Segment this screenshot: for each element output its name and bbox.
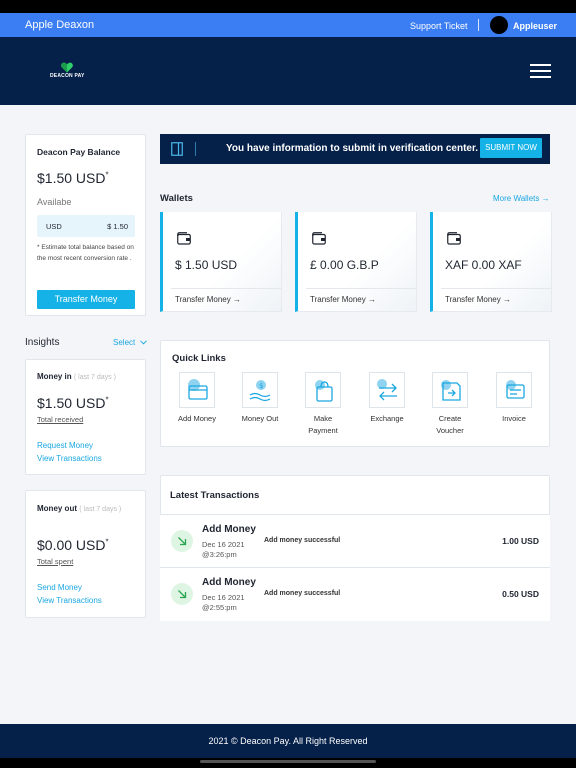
insights-select[interactable]: Select [113,338,148,347]
currency-amount: $ 1.50 [107,222,128,231]
wallet-amount: XAF 0.00 XAF [445,258,522,272]
money-out-card: Money out ( last 7 days ) $0.00 USD* Tot… [25,490,146,618]
view-transactions-link[interactable]: View Transactions [37,454,102,463]
footer: 2021 © Deacon Pay. All Right Reserved [0,724,576,758]
quick-link-add-money[interactable]: Add Money [169,372,225,425]
wallet-card-gbp[interactable]: £ 0.00 G.B.P Transfer Money → [295,212,417,312]
money-in-title: Money in ( last 7 days ) [37,372,116,381]
payment-bag-icon [315,380,333,402]
transfer-money-button[interactable]: Transfer Money [37,290,135,309]
wallet-amount: £ 0.00 G.B.P [310,258,379,272]
banner-divider [195,142,196,156]
verification-banner: You have information to submit in verifi… [160,134,550,164]
avatar[interactable] [490,16,508,34]
arrow-down-right-icon [171,530,193,552]
logo-heart-icon[interactable] [61,62,73,73]
money-out-title: Money out ( last 7 days ) [37,504,122,513]
balance-amount: $1.50 USD* [37,170,109,186]
voucher-icon [441,380,461,401]
wallet-divider [171,288,281,289]
wallet-icon [177,232,191,245]
user-name[interactable]: Appleuser [513,21,557,31]
submit-now-button[interactable]: SUBMIT NOW [480,138,542,158]
quick-link-invoice[interactable]: Invoice [486,372,542,425]
banner-text: You have information to submit in verifi… [226,143,479,154]
header [0,37,576,105]
available-label: Availabe [37,197,72,207]
wallet-divider [306,288,416,289]
quick-link-label: Add Money [178,414,216,423]
add-money-icon [188,379,208,400]
wallet-amount: $ 1.50 USD [175,258,238,272]
view-transactions-link[interactable]: View Transactions [37,596,102,605]
transaction-time: @2:55:pm [202,603,237,612]
wallet-divider [441,288,551,289]
quick-link-make-payment[interactable]: Make Payment [295,372,351,437]
money-in-amount: $1.50 USD* [37,395,109,411]
transaction-status: Add money successful [264,537,341,544]
svg-text:$: $ [259,382,263,390]
balance-card: Deacon Pay Balance $1.50 USD* Availabe U… [25,134,146,316]
app-brand: Apple Deaxon [25,19,95,31]
more-wallets-link[interactable]: More Wallets → [493,194,550,203]
quick-link-money-out[interactable]: $ Money Out [232,372,288,425]
quick-links-title: Quick Links [172,353,226,364]
wallet-transfer-link[interactable]: Transfer Money → [310,295,376,304]
document-icon [171,142,183,156]
wallet-transfer-link[interactable]: Transfer Money → [445,295,511,304]
exchange-icon [377,379,397,401]
wallets-title: Wallets [160,193,193,204]
quick-link-exchange[interactable]: Exchange [359,372,415,425]
transaction-type: Add Money [202,577,256,588]
transaction-date: Dec 16 2021 [202,540,245,549]
quick-link-label: Invoice [502,414,526,423]
quick-link-label: Money Out [241,414,279,423]
support-ticket-link[interactable]: Support Ticket [410,21,468,31]
estimate-note: * Estimate total balance based on the mo… [37,244,134,262]
home-indicator[interactable] [200,760,376,763]
transaction-amount: 1.00 USD [502,536,539,546]
transaction-row[interactable]: Add Money Dec 16 2021 @2:55:pm Add money… [160,568,550,621]
status-strip [0,0,576,13]
request-money-link[interactable]: Request Money [37,441,93,450]
total-spent-label: Total spent [37,557,74,566]
quick-link-label: Create Voucher [436,414,464,435]
quick-link-label: Make Payment [308,414,338,435]
quick-link-label: Exchange [370,414,404,423]
transaction-amount: 0.50 USD [502,589,539,599]
transactions-title: Latest Transactions [170,490,260,501]
arrow-down-right-icon [171,583,193,605]
hamburger-menu-icon[interactable] [530,64,551,78]
logo-text: DEACON PAY [50,73,85,79]
invoice-icon [506,380,525,399]
currency-balance-row: USD $ 1.50 [37,215,135,237]
top-bar: Apple Deaxon Support Ticket Appleuser [0,13,576,37]
wallet-card-usd[interactable]: $ 1.50 USD Transfer Money → [160,212,282,312]
quick-link-create-voucher[interactable]: Create Voucher [422,372,478,437]
total-received-label: Total received [37,415,84,424]
transaction-date: Dec 16 2021 [202,593,245,602]
transaction-type: Add Money [202,524,256,535]
wallet-transfer-link[interactable]: Transfer Money → [175,295,241,304]
transaction-row[interactable]: Add Money Dec 16 2021 @3:26:pm Add money… [160,515,550,568]
wallet-icon [312,232,326,245]
money-out-icon: $ [249,380,271,402]
money-in-card: Money in ( last 7 days ) $1.50 USD* Tota… [25,359,146,475]
money-out-amount: $0.00 USD* [37,537,109,553]
insights-label: Insights [25,337,60,348]
send-money-link[interactable]: Send Money [37,583,82,592]
currency-code: USD [46,222,62,231]
transaction-status: Add money successful [264,590,341,597]
balance-title: Deacon Pay Balance [37,147,121,157]
wallet-card-xaf[interactable]: XAF 0.00 XAF Transfer Money → [430,212,552,312]
chevron-down-icon [140,340,148,345]
transaction-time: @3:26:pm [202,550,237,559]
topbar-divider [478,19,479,31]
wallet-icon [447,232,461,245]
